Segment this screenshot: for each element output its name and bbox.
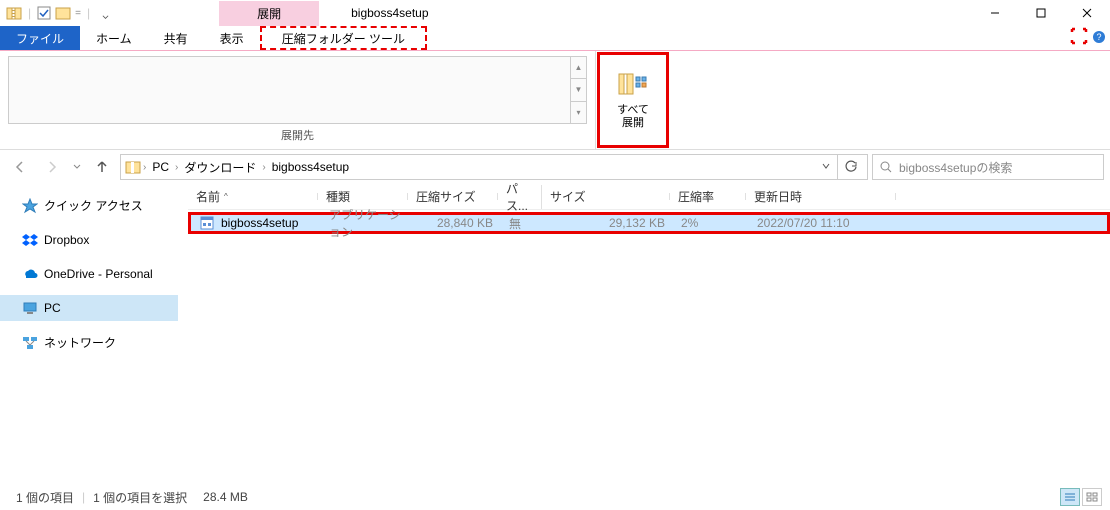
breadcrumb-box[interactable]: › PC › ダウンロード › bigboss4setup — [120, 154, 868, 180]
extract-all-icon — [617, 70, 649, 102]
file-password: 無 — [501, 215, 545, 232]
chevron-right-icon[interactable]: › — [143, 162, 146, 173]
quick-access-toolbar: | = | — [0, 5, 109, 21]
help-icon[interactable]: ? — [1092, 30, 1106, 47]
close-button[interactable] — [1064, 0, 1110, 26]
col-name[interactable]: 名前^ — [188, 188, 318, 205]
col-type[interactable]: 種類 — [318, 188, 408, 205]
ribbon-body: ▲ ▼ ▾ 展開先 すべて 展開 — [0, 50, 1110, 150]
status-selected: 1 個の項目を選択 — [85, 489, 195, 506]
sidebar-onedrive[interactable]: OneDrive - Personal — [0, 261, 178, 287]
status-size: 28.4 MB — [195, 490, 256, 504]
up-button[interactable] — [88, 153, 116, 181]
onedrive-icon — [22, 266, 38, 282]
refresh-button[interactable] — [837, 154, 863, 180]
file-date: 2022/07/20 11:10 — [749, 216, 899, 230]
scroll-up-icon[interactable]: ▲ — [571, 57, 586, 79]
file-name: bigboss4setup — [221, 216, 298, 230]
main-area: クイック アクセス Dropbox OneDrive - Personal PC… — [0, 184, 1110, 484]
back-button[interactable] — [6, 153, 34, 181]
address-bar: › PC › ダウンロード › bigboss4setup bigboss4se… — [0, 150, 1110, 184]
sidebar-label: クイック アクセス — [44, 197, 143, 214]
details-view-button[interactable] — [1060, 488, 1080, 506]
sidebar-dropbox[interactable]: Dropbox — [0, 227, 178, 253]
search-placeholder: bigboss4setupの検索 — [899, 159, 1012, 176]
minimize-button[interactable] — [972, 0, 1018, 26]
qat-dropdown-icon[interactable] — [102, 10, 109, 17]
zip-folder-icon — [6, 5, 22, 21]
sidebar-label: PC — [44, 301, 61, 315]
address-dropdown-icon[interactable] — [821, 160, 831, 174]
maximize-button[interactable] — [1018, 0, 1064, 26]
sidebar-pc[interactable]: PC — [0, 295, 178, 321]
sidebar-network[interactable]: ネットワーク — [0, 329, 178, 356]
file-type: アプリケーション — [321, 206, 411, 240]
gallery-scrollbar: ▲ ▼ ▾ — [570, 57, 586, 123]
view-tab[interactable]: 表示 — [204, 26, 260, 50]
separator: | — [28, 6, 31, 20]
file-row[interactable]: bigboss4setup アプリケーション 28,840 KB 無 29,13… — [188, 212, 1110, 234]
extract-all-button[interactable]: すべて 展開 — [597, 52, 669, 148]
qat-checkbox[interactable] — [37, 6, 51, 20]
compressed-folder-tools-tab[interactable]: 圧縮フォルダー ツール — [260, 26, 427, 50]
file-list-pane: 名前^ 種類 圧縮サイズ パス... サイズ 圧縮率 更新日時 bigboss4… — [178, 184, 1110, 484]
sidebar-label: OneDrive - Personal — [44, 267, 153, 281]
extract-all-label-line2: 展開 — [622, 117, 644, 130]
ribbon-tabs: ファイル ホーム 共有 表示 圧縮フォルダー ツール ? — [0, 26, 1110, 50]
col-compressed-size[interactable]: 圧縮サイズ — [408, 188, 498, 205]
sidebar-label: ネットワーク — [44, 334, 116, 351]
share-tab[interactable]: 共有 — [148, 26, 204, 50]
status-bar: 1 個の項目 | 1 個の項目を選択 28.4 MB — [0, 484, 1110, 510]
minimize-ribbon-highlight — [1070, 27, 1088, 50]
col-ratio[interactable]: 圧縮率 — [670, 188, 746, 205]
extract-destinations-gallery[interactable]: ▲ ▼ ▾ — [8, 56, 587, 124]
forward-button[interactable] — [38, 153, 66, 181]
dropbox-icon — [22, 232, 38, 248]
search-icon — [879, 160, 893, 174]
qat-zip-icon[interactable] — [55, 5, 71, 21]
extract-to-label: 展開先 — [0, 124, 595, 146]
navigation-pane: クイック アクセス Dropbox OneDrive - Personal PC… — [0, 184, 178, 484]
sort-asc-icon: ^ — [224, 192, 228, 201]
network-icon — [22, 335, 38, 351]
ribbon-right-controls: ? — [1070, 26, 1110, 50]
application-icon — [199, 215, 215, 231]
zip-folder-icon — [125, 159, 141, 175]
context-tab-header: 展開 — [219, 1, 319, 26]
extract-to-panel: ▲ ▼ ▾ 展開先 — [0, 51, 596, 149]
gallery-more-icon[interactable]: ▾ — [571, 102, 586, 123]
status-item-count: 1 個の項目 — [8, 489, 82, 506]
col-date[interactable]: 更新日時 — [746, 188, 896, 205]
breadcrumb-downloads[interactable]: ダウンロード — [180, 157, 260, 178]
quick-access-icon — [22, 198, 38, 214]
title-bar: | = | 展開 bigboss4setup — [0, 0, 1110, 26]
breadcrumb-pc[interactable]: PC — [148, 158, 173, 176]
file-tab[interactable]: ファイル — [0, 26, 80, 50]
sidebar-quick-access[interactable]: クイック アクセス — [0, 192, 178, 219]
window-title: bigboss4setup — [351, 6, 428, 20]
search-input[interactable]: bigboss4setupの検索 — [872, 154, 1104, 180]
qat-equals-icon: = — [75, 8, 81, 19]
extract-all-label-line1: すべて — [617, 104, 649, 117]
window-controls — [972, 0, 1110, 26]
chevron-right-icon[interactable]: › — [175, 162, 178, 173]
file-compressed-size: 28,840 KB — [411, 216, 501, 230]
home-tab[interactable]: ホーム — [80, 26, 148, 50]
separator: | — [87, 6, 90, 20]
file-size: 29,132 KB — [545, 216, 673, 230]
col-size[interactable]: サイズ — [542, 188, 670, 205]
col-password[interactable]: パス... — [498, 180, 542, 214]
icons-view-button[interactable] — [1082, 488, 1102, 506]
view-mode-switcher — [1060, 488, 1102, 506]
svg-text:?: ? — [1096, 32, 1101, 42]
recent-dropdown-icon[interactable] — [70, 153, 84, 181]
pc-icon — [22, 300, 38, 316]
chevron-right-icon[interactable]: › — [262, 162, 265, 173]
scroll-down-icon[interactable]: ▼ — [571, 79, 586, 101]
file-ratio: 2% — [673, 216, 749, 230]
sidebar-label: Dropbox — [44, 233, 89, 247]
breadcrumb-current[interactable]: bigboss4setup — [268, 158, 353, 176]
